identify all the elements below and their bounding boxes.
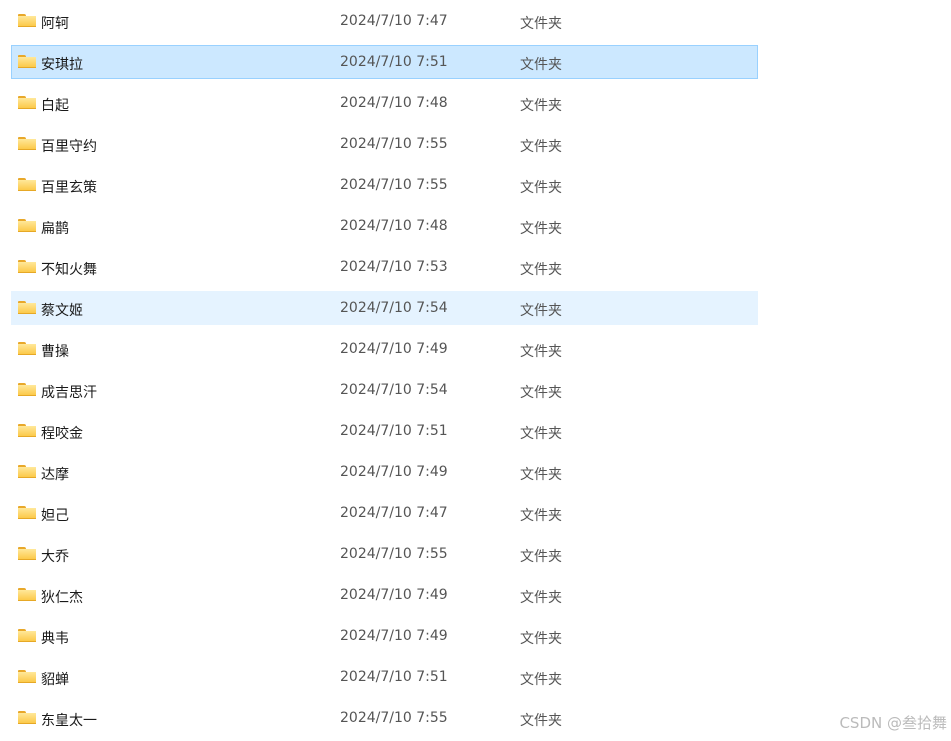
file-row[interactable]: 达摩 2024/7/10 7:49 文件夹 [11,455,758,489]
file-row[interactable]: 安琪拉 2024/7/10 7:51 文件夹 [11,45,758,79]
file-type: 文件夹 [520,303,562,319]
file-name: 不知火舞 [41,262,97,278]
file-row[interactable]: 百里守约 2024/7/10 7:55 文件夹 [11,127,758,161]
folder-icon [18,178,36,191]
file-date: 2024/7/10 7:55 [340,177,448,193]
folder-icon [18,670,36,683]
file-type: 文件夹 [520,221,562,237]
file-date: 2024/7/10 7:55 [340,710,448,726]
folder-icon [18,301,36,314]
folder-icon [18,14,36,27]
file-type: 文件夹 [520,467,562,483]
file-type: 文件夹 [520,180,562,196]
file-type: 文件夹 [520,549,562,565]
folder-icon [18,506,36,519]
file-name: 阿轲 [41,16,69,32]
file-type: 文件夹 [520,344,562,360]
file-row[interactable]: 东皇太一 2024/7/10 7:55 文件夹 [11,701,758,735]
file-name: 成吉思汗 [41,385,97,401]
file-name: 狄仁杰 [41,590,83,606]
file-date: 2024/7/10 7:47 [340,13,448,29]
folder-icon [18,383,36,396]
folder-icon [18,465,36,478]
file-name: 百里守约 [41,139,97,155]
file-row[interactable]: 大乔 2024/7/10 7:55 文件夹 [11,537,758,571]
folder-icon [18,629,36,642]
file-type: 文件夹 [520,672,562,688]
file-date: 2024/7/10 7:54 [340,382,448,398]
file-date: 2024/7/10 7:49 [340,464,448,480]
file-name: 白起 [41,98,69,114]
folder-icon [18,137,36,150]
file-row[interactable]: 蔡文姬 2024/7/10 7:54 文件夹 [11,291,758,325]
file-type: 文件夹 [520,426,562,442]
file-row[interactable]: 扁鹊 2024/7/10 7:48 文件夹 [11,209,758,243]
file-date: 2024/7/10 7:51 [340,423,448,439]
file-date: 2024/7/10 7:47 [340,505,448,521]
file-row[interactable]: 阿轲 2024/7/10 7:47 文件夹 [11,4,758,38]
watermark: CSDN @叁拾舞 [839,714,947,732]
file-name: 蔡文姬 [41,303,83,319]
file-row[interactable]: 貂蝉 2024/7/10 7:51 文件夹 [11,660,758,694]
folder-icon [18,711,36,724]
file-type: 文件夹 [520,139,562,155]
file-row[interactable]: 成吉思汗 2024/7/10 7:54 文件夹 [11,373,758,407]
folder-icon [18,588,36,601]
file-row[interactable]: 曹操 2024/7/10 7:49 文件夹 [11,332,758,366]
file-date: 2024/7/10 7:49 [340,587,448,603]
file-name: 程咬金 [41,426,83,442]
file-date: 2024/7/10 7:55 [340,136,448,152]
file-date: 2024/7/10 7:48 [340,95,448,111]
file-type: 文件夹 [520,631,562,647]
file-date: 2024/7/10 7:51 [340,54,448,70]
file-type: 文件夹 [520,16,562,32]
file-type: 文件夹 [520,590,562,606]
file-date: 2024/7/10 7:49 [340,341,448,357]
file-date: 2024/7/10 7:55 [340,546,448,562]
file-type: 文件夹 [520,262,562,278]
file-name: 东皇太一 [41,713,97,729]
folder-icon [18,342,36,355]
file-name: 典韦 [41,631,69,647]
file-type: 文件夹 [520,713,562,729]
folder-icon [18,96,36,109]
file-row[interactable]: 程咬金 2024/7/10 7:51 文件夹 [11,414,758,448]
folder-icon [18,424,36,437]
file-row[interactable]: 白起 2024/7/10 7:48 文件夹 [11,86,758,120]
file-row[interactable]: 不知火舞 2024/7/10 7:53 文件夹 [11,250,758,284]
folder-icon [18,547,36,560]
file-date: 2024/7/10 7:51 [340,669,448,685]
file-name: 貂蝉 [41,672,69,688]
file-name: 妲己 [41,508,69,524]
file-row[interactable]: 妲己 2024/7/10 7:47 文件夹 [11,496,758,530]
file-type: 文件夹 [520,98,562,114]
folder-icon [18,260,36,273]
file-row[interactable]: 百里玄策 2024/7/10 7:55 文件夹 [11,168,758,202]
file-row[interactable]: 典韦 2024/7/10 7:49 文件夹 [11,619,758,653]
file-date: 2024/7/10 7:54 [340,300,448,316]
file-type: 文件夹 [520,385,562,401]
file-name: 大乔 [41,549,69,565]
file-type: 文件夹 [520,57,562,73]
file-date: 2024/7/10 7:48 [340,218,448,234]
folder-icon [18,55,36,68]
file-name: 达摩 [41,467,69,483]
file-row[interactable]: 狄仁杰 2024/7/10 7:49 文件夹 [11,578,758,612]
file-name: 曹操 [41,344,69,360]
file-type: 文件夹 [520,508,562,524]
file-name: 百里玄策 [41,180,97,196]
folder-icon [18,219,36,232]
file-name: 安琪拉 [41,57,83,73]
file-name: 扁鹊 [41,221,69,237]
file-date: 2024/7/10 7:49 [340,628,448,644]
file-date: 2024/7/10 7:53 [340,259,448,275]
